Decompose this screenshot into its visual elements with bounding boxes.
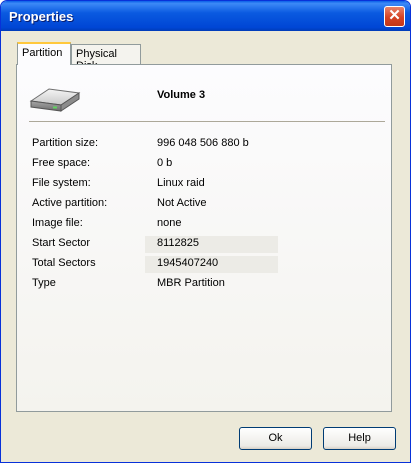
- active-partition-label: Active partition:: [32, 197, 108, 209]
- properties-dialog: Properties ✕ Partition Physical Disk: [0, 0, 411, 463]
- tab-partition-label: Partition: [22, 47, 63, 59]
- help-button[interactable]: Help: [323, 427, 396, 450]
- image-file-label: Image file:: [32, 217, 83, 229]
- start-sector-value[interactable]: 8112825: [145, 236, 278, 253]
- close-button[interactable]: ✕: [384, 6, 405, 27]
- tab-partition[interactable]: Partition: [17, 42, 71, 65]
- type-value: MBR Partition: [157, 277, 225, 289]
- file-system-label: File system:: [32, 177, 91, 189]
- ok-button[interactable]: Ok: [239, 427, 312, 450]
- free-space-label: Free space:: [32, 157, 91, 169]
- partition-size-value: 996 048 506 880 b: [157, 137, 249, 149]
- tab-physical-disk[interactable]: Physical Disk: [71, 44, 141, 72]
- image-file-value: none: [157, 217, 182, 229]
- partition-size-label: Partition size:: [32, 137, 99, 149]
- total-sectors-label: Total Sectors: [32, 257, 96, 269]
- partition-panel: Volume 3 Partition size: 996 048 506 880…: [16, 64, 392, 412]
- title-bar[interactable]: Properties ✕: [1, 1, 410, 31]
- hard-drive-icon: [29, 88, 81, 112]
- type-label: Type: [32, 277, 56, 289]
- close-icon: ✕: [388, 7, 401, 24]
- free-space-value: 0 b: [157, 157, 173, 169]
- volume-name: Volume 3: [157, 89, 206, 101]
- total-sectors-value[interactable]: 1945407240: [145, 256, 278, 273]
- active-partition-value: Not Active: [157, 197, 207, 209]
- file-system-value: Linux raid: [157, 177, 205, 189]
- separator: [29, 121, 385, 122]
- window-title: Properties: [9, 9, 74, 24]
- start-sector-label: Start Sector: [32, 237, 91, 249]
